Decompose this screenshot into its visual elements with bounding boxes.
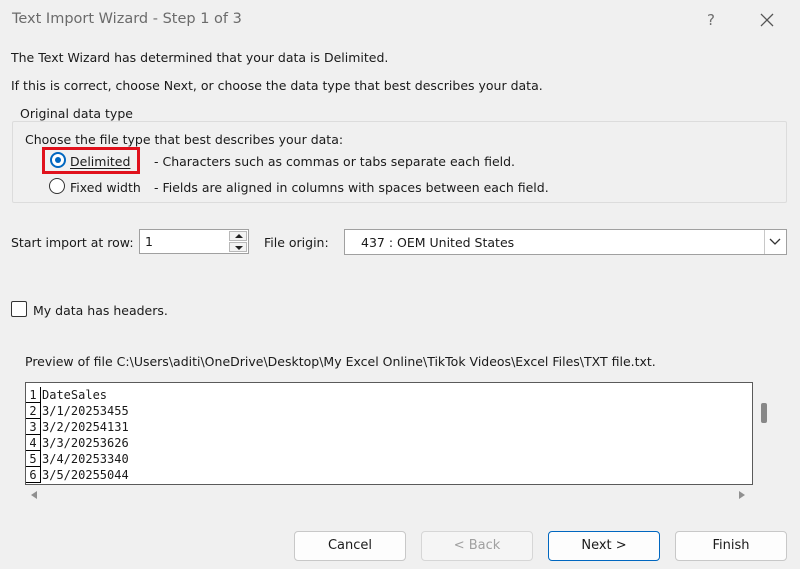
delimited-description: - Characters such as commas or tabs sepa… [154,154,516,169]
preview-pane[interactable]: 1 DateSales 2 3/1/20253455 3 3/2/2025413… [25,382,753,485]
intro-line-1: The Text Wizard has determined that your… [11,50,389,65]
row-number: 4 [26,435,41,451]
finish-button[interactable]: Finish [675,531,787,561]
chevron-down-icon[interactable] [768,236,782,248]
close-icon [760,13,774,27]
table-row: 5 3/4/20253340 [26,451,726,467]
start-import-row-value[interactable]: 1 [145,234,153,249]
help-button[interactable]: ? [700,8,722,32]
stepper-buttons [229,231,247,252]
fixed-width-description: - Fields are aligned in columns with spa… [154,180,549,195]
group-label: Original data type [16,106,137,121]
fixed-width-label[interactable]: Fixed width [70,180,141,195]
start-import-row-stepper[interactable]: 1 [139,229,249,254]
row-text: 3/2/20254131 [42,420,129,434]
window-title: Text Import Wizard - Step 1 of 3 [12,11,242,27]
arrow-down-icon [235,246,243,250]
row-number: 1 [26,387,41,403]
row-number: 6 [26,467,41,483]
file-origin-select[interactable]: 437 : OEM United States [344,229,787,255]
row-number: 3 [26,419,41,435]
stepper-down-button[interactable] [229,242,247,252]
table-row: 6 3/5/20255044 [26,467,726,483]
file-type-prompt: Choose the file type that best describes… [25,132,344,147]
row-text: 3/5/20255044 [42,468,129,482]
file-origin-label: File origin: [264,235,329,250]
row-number: 2 [26,403,41,419]
headers-label[interactable]: My data has headers. [33,303,168,318]
start-import-label: Start import at row: [11,235,134,250]
scroll-right-icon[interactable] [739,491,745,499]
row-text: 3/4/20253340 [42,452,129,466]
scroll-left-icon[interactable] [31,491,37,499]
delimited-label[interactable]: Delimited [70,154,130,169]
row-text: 3/1/20253455 [42,404,129,418]
table-row: 4 3/3/20253626 [26,435,726,451]
close-button[interactable] [754,8,780,32]
intro-line-2: If this is correct, choose Next, or choo… [11,78,543,93]
row-number: 5 [26,451,41,467]
row-text: 3/3/20253626 [42,436,129,450]
table-row: 1 DateSales [26,387,726,403]
vertical-scrollbar-thumb[interactable] [761,403,767,423]
table-row: 2 3/1/20253455 [26,403,726,419]
select-divider [764,230,765,254]
cancel-button[interactable]: Cancel [294,531,406,561]
arrow-up-icon [235,234,243,238]
next-button[interactable]: Next > [548,531,660,561]
title-bar: Text Import Wizard - Step 1 of 3 ? [0,0,800,40]
file-origin-value: 437 : OEM United States [361,235,515,250]
preview-label: Preview of file C:\Users\aditi\OneDrive\… [25,354,656,369]
headers-checkbox[interactable] [11,301,27,317]
stepper-up-button[interactable] [229,231,247,241]
back-button[interactable]: < Back [421,531,533,561]
delimited-radio[interactable] [50,152,66,168]
row-text: DateSales [42,388,108,402]
table-row: 3 3/2/20254131 [26,419,726,435]
fixed-width-radio[interactable] [49,178,65,194]
